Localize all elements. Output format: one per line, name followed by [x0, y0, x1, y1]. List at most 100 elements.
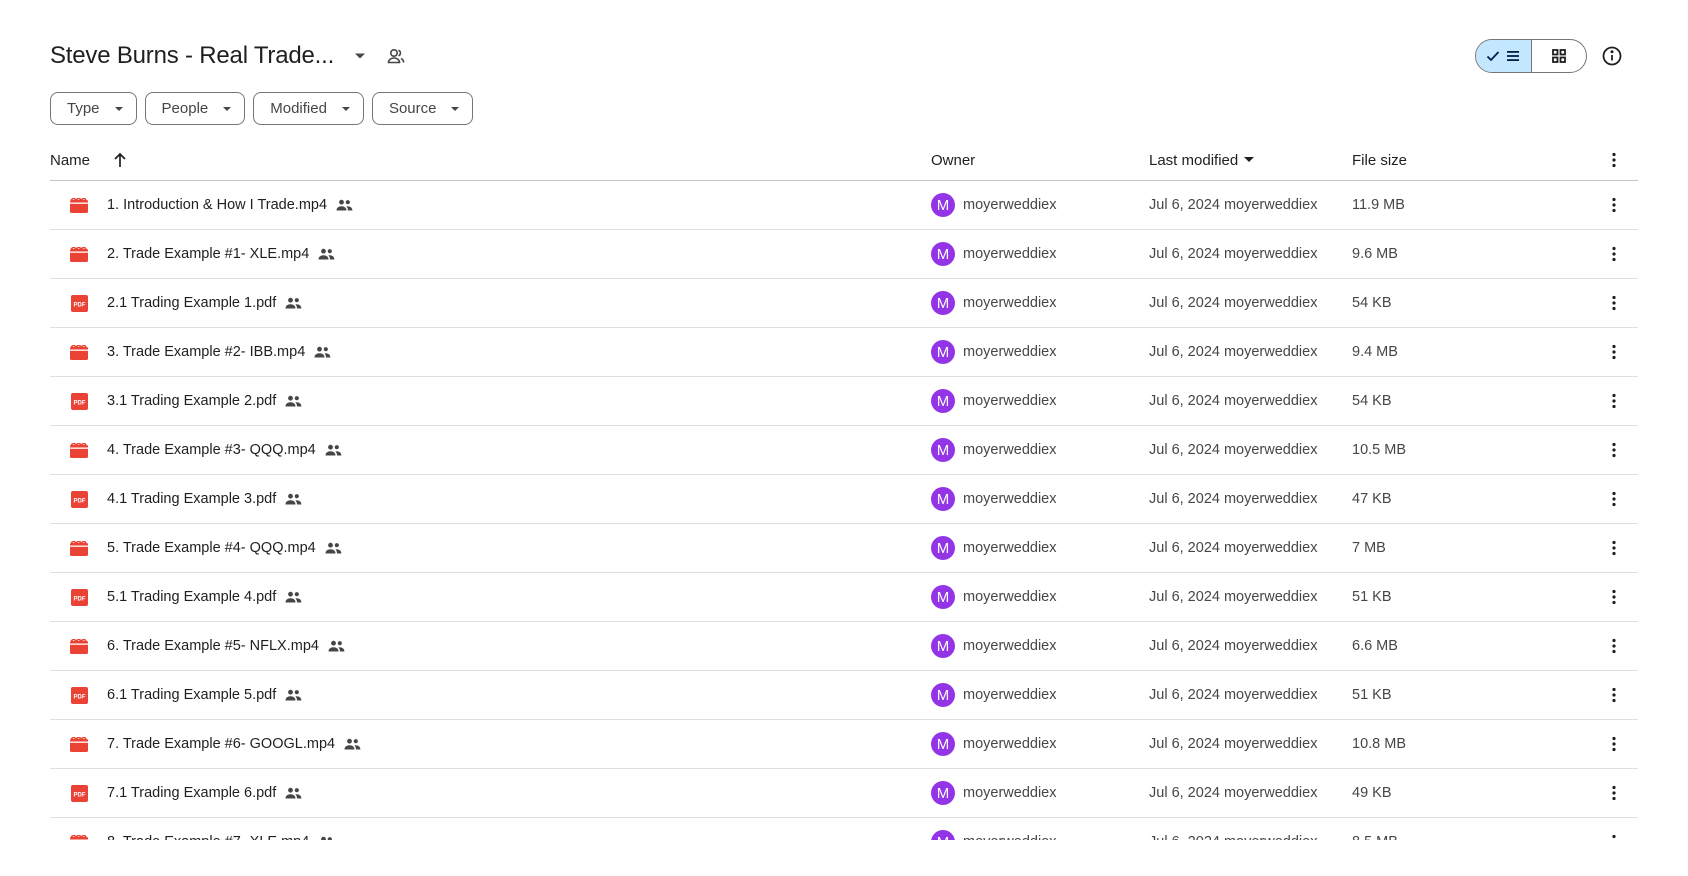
file-name: 4. Trade Example #3- QQQ.mp4	[107, 442, 316, 458]
more-actions-icon[interactable]	[1602, 426, 1626, 474]
folder-menu-caret-icon[interactable]	[348, 44, 372, 68]
pdf-file-icon: PDF	[69, 377, 89, 425]
folder-title: Steve Burns - Real Trade...	[50, 42, 335, 69]
owner-cell: M moyerweddiex	[931, 671, 1057, 719]
owner-cell: M moyerweddiex	[931, 377, 1057, 425]
avatar: M	[931, 438, 955, 462]
file-row[interactable]: 6. Trade Example #5- NFLX.mp4 M moyerwed…	[50, 622, 1638, 671]
info-icon[interactable]	[1599, 43, 1625, 69]
file-name: 7. Trade Example #6- GOOGL.mp4	[107, 736, 336, 752]
file-name: 6. Trade Example #5- NFLX.mp4	[107, 638, 319, 654]
file-row[interactable]: 2. Trade Example #1- XLE.mp4 M moyerwedd…	[50, 230, 1638, 279]
file-name-cell: 3. Trade Example #2- IBB.mp4	[107, 328, 331, 376]
last-modified-cell: Jul 6, 2024 moyerweddiex	[1149, 491, 1318, 507]
avatar: M	[931, 193, 955, 217]
file-size-cell: 9.4 MB	[1352, 344, 1398, 360]
file-row[interactable]: 1. Introduction & How I Trade.mp4 M moye…	[50, 181, 1638, 230]
file-name: 8. Trade Example #7- XLE.mp4	[107, 834, 309, 840]
file-row[interactable]: PDF 2.1 Trading Example 1.pdf M moyerwed…	[50, 279, 1638, 328]
owner-name: moyerweddiex	[963, 785, 1057, 801]
dropdown-arrow-icon	[1244, 157, 1255, 162]
file-row[interactable]: PDF 4.1 Trading Example 3.pdf M moyerwed…	[50, 475, 1638, 524]
last-modified-cell: Jul 6, 2024 moyerweddiex	[1149, 785, 1318, 801]
avatar: M	[931, 683, 955, 707]
dropdown-arrow-icon	[451, 106, 460, 111]
file-row[interactable]: 7. Trade Example #6- GOOGL.mp4 M moyerwe…	[50, 720, 1638, 769]
file-row[interactable]: 3. Trade Example #2- IBB.mp4 M moyerwedd…	[50, 328, 1638, 377]
name-column-header[interactable]: Name	[50, 140, 90, 180]
last-modified-cell: Jul 6, 2024 moyerweddiex	[1149, 687, 1318, 703]
shared-folder-icon[interactable]	[384, 44, 408, 68]
last-modified-cell: Jul 6, 2024 moyerweddiex	[1149, 442, 1318, 458]
more-actions-icon[interactable]	[1602, 720, 1626, 768]
last-modified-label: Last modified	[1149, 151, 1239, 169]
file-row[interactable]: PDF 6.1 Trading Example 5.pdf M moyerwed…	[50, 671, 1638, 720]
file-row[interactable]: PDF 7.1 Trading Example 6.pdf M moyerwed…	[50, 769, 1638, 818]
people-filter-chip[interactable]: People	[144, 92, 246, 125]
file-row[interactable]: PDF 3.1 Trading Example 2.pdf M moyerwed…	[50, 377, 1638, 426]
file-name-cell: 3.1 Trading Example 2.pdf	[107, 377, 302, 425]
avatar: M	[931, 291, 955, 315]
type-filter-chip[interactable]: Type	[50, 92, 137, 125]
avatar: M	[931, 634, 955, 658]
pdf-file-icon: PDF	[69, 573, 89, 621]
sort-ascending-arrow-icon[interactable]	[110, 140, 130, 180]
source-filter-chip[interactable]: Source	[371, 92, 474, 125]
file-list: 1. Introduction & How I Trade.mp4 M moye…	[50, 181, 1638, 840]
more-actions-icon[interactable]	[1602, 622, 1626, 670]
pdf-file-icon: PDF	[69, 279, 89, 327]
avatar: M	[931, 487, 955, 511]
list-view-button[interactable]	[1476, 40, 1532, 72]
owner-name: moyerweddiex	[963, 687, 1057, 703]
file-row[interactable]: 8. Trade Example #7- XLE.mp4 M moyerwedd…	[50, 818, 1638, 840]
shared-icon	[285, 591, 302, 603]
owner-cell: M moyerweddiex	[931, 573, 1057, 621]
avatar: M	[931, 781, 955, 805]
file-name: 2.1 Trading Example 1.pdf	[107, 295, 277, 311]
more-actions-icon[interactable]	[1602, 279, 1626, 327]
file-name-cell: 6. Trade Example #5- NFLX.mp4	[107, 622, 345, 670]
more-actions-icon[interactable]	[1602, 671, 1626, 719]
more-actions-icon[interactable]	[1602, 769, 1626, 817]
owner-cell: M moyerweddiex	[931, 622, 1057, 670]
file-name: 3. Trade Example #2- IBB.mp4	[107, 344, 306, 360]
check-icon	[1487, 51, 1500, 62]
svg-text:PDF: PDF	[73, 694, 85, 700]
file-name: 7.1 Trading Example 6.pdf	[107, 785, 277, 801]
grid-view-button[interactable]	[1532, 40, 1587, 72]
video-file-icon	[69, 524, 89, 572]
more-actions-icon[interactable]	[1602, 573, 1626, 621]
owner-cell: M moyerweddiex	[931, 328, 1057, 376]
last-modified-cell: Jul 6, 2024 moyerweddiex	[1149, 540, 1318, 556]
pdf-file-icon: PDF	[69, 769, 89, 817]
shared-icon	[285, 297, 302, 309]
shared-icon	[325, 542, 342, 554]
more-actions-icon[interactable]	[1602, 181, 1626, 229]
owner-cell: M moyerweddiex	[931, 720, 1057, 768]
more-actions-icon[interactable]	[1602, 328, 1626, 376]
file-size-cell: 10.5 MB	[1352, 442, 1406, 458]
file-size-cell: 9.6 MB	[1352, 246, 1398, 262]
more-actions-icon[interactable]	[1602, 475, 1626, 523]
file-row[interactable]: PDF 5.1 Trading Example 4.pdf M moyerwed…	[50, 573, 1638, 622]
file-name-cell: 2.1 Trading Example 1.pdf	[107, 279, 302, 327]
modified-filter-chip[interactable]: Modified	[253, 92, 364, 125]
dropdown-arrow-icon	[114, 106, 123, 111]
owner-name: moyerweddiex	[963, 393, 1057, 409]
file-size-cell: 8.5 MB	[1352, 818, 1398, 840]
more-actions-icon[interactable]	[1602, 818, 1626, 840]
more-actions-icon[interactable]	[1602, 377, 1626, 425]
view-toggle	[1475, 39, 1587, 73]
shared-icon	[318, 248, 335, 260]
file-name-cell: 4. Trade Example #3- QQQ.mp4	[107, 426, 342, 474]
file-row[interactable]: 4. Trade Example #3- QQQ.mp4 M moyerwedd…	[50, 426, 1638, 475]
owner-name: moyerweddiex	[963, 834, 1057, 840]
last-modified-column-header[interactable]: Last modified	[1149, 140, 1255, 180]
shared-icon	[285, 787, 302, 799]
avatar: M	[931, 830, 955, 840]
owner-name: moyerweddiex	[963, 295, 1057, 311]
more-options-icon[interactable]	[1602, 140, 1626, 180]
more-actions-icon[interactable]	[1602, 524, 1626, 572]
file-row[interactable]: 5. Trade Example #4- QQQ.mp4 M moyerwedd…	[50, 524, 1638, 573]
more-actions-icon[interactable]	[1602, 230, 1626, 278]
